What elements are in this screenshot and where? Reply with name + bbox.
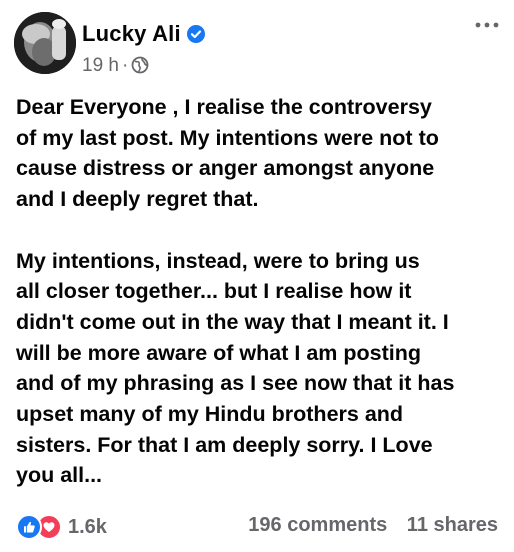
post-paragraph: My intentions, instead, were to bring us…	[16, 248, 455, 488]
reactions-summary[interactable]: 1.6k	[16, 514, 107, 540]
shares-count[interactable]: 11 shares	[407, 514, 498, 536]
reaction-count[interactable]: 1.6k	[68, 516, 107, 539]
post-header: Lucky Ali 19 h ·	[14, 12, 504, 80]
like-icon	[16, 514, 42, 540]
post-text: Dear Everyone , I realise the controvers…	[16, 92, 508, 491]
avatar-image	[14, 12, 76, 74]
engagement-counts: 196 comments 11 shares	[248, 514, 498, 537]
meta-separator: ·	[121, 55, 129, 76]
author-name-text[interactable]: Lucky Ali	[82, 21, 181, 46]
post-time[interactable]: 19 h	[82, 55, 119, 76]
post-meta: 19 h ·	[82, 55, 149, 77]
post-paragraph: Dear Everyone , I realise the controvers…	[16, 95, 439, 212]
author-name[interactable]: Lucky Ali	[82, 21, 205, 47]
avatar[interactable]	[14, 12, 76, 74]
post-footer: 1.6k 196 comments 11 shares	[16, 514, 498, 542]
comments-count[interactable]: 196 comments	[248, 514, 387, 536]
verified-badge-icon	[186, 23, 205, 43]
more-options-icon[interactable]	[474, 18, 500, 32]
globe-icon	[131, 56, 149, 74]
